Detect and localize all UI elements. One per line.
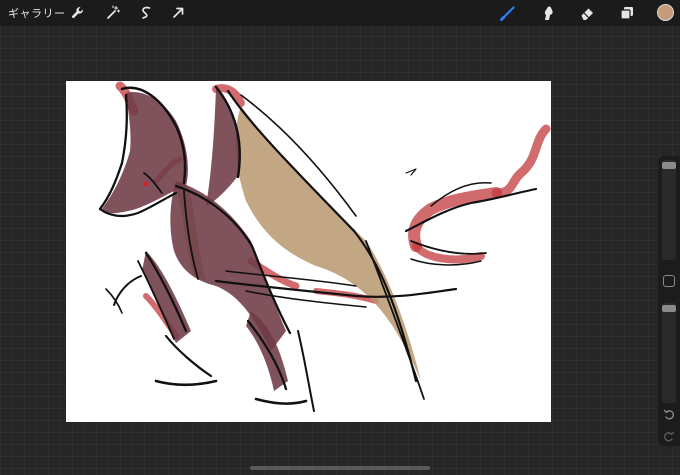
modify-button[interactable] — [663, 275, 675, 287]
redo-icon[interactable] — [662, 431, 676, 443]
layers-icon[interactable] — [619, 5, 635, 21]
dragon-sketch — [98, 81, 551, 412]
gallery-button[interactable]: ギャラリー — [8, 5, 66, 21]
color-picker-swatch[interactable] — [657, 4, 674, 21]
magic-wand-icon[interactable] — [105, 5, 121, 21]
top-toolbar: ギャラリー — [0, 0, 680, 26]
wrench-icon[interactable] — [70, 5, 86, 21]
drawing-canvas[interactable] — [66, 81, 551, 422]
transform-arrow-icon[interactable] — [170, 5, 186, 21]
opacity-thumb[interactable] — [662, 305, 676, 312]
smudge-icon[interactable] — [540, 5, 556, 21]
home-indicator — [250, 466, 430, 470]
undo-icon[interactable] — [662, 409, 676, 421]
opacity-slider[interactable] — [662, 303, 676, 403]
eraser-icon[interactable] — [579, 5, 595, 21]
brush-sidebar — [658, 156, 680, 446]
selection-icon[interactable] — [138, 5, 154, 21]
brush-size-thumb[interactable] — [662, 162, 676, 169]
brush-size-slider[interactable] — [662, 160, 676, 260]
brush-icon[interactable] — [500, 5, 516, 21]
